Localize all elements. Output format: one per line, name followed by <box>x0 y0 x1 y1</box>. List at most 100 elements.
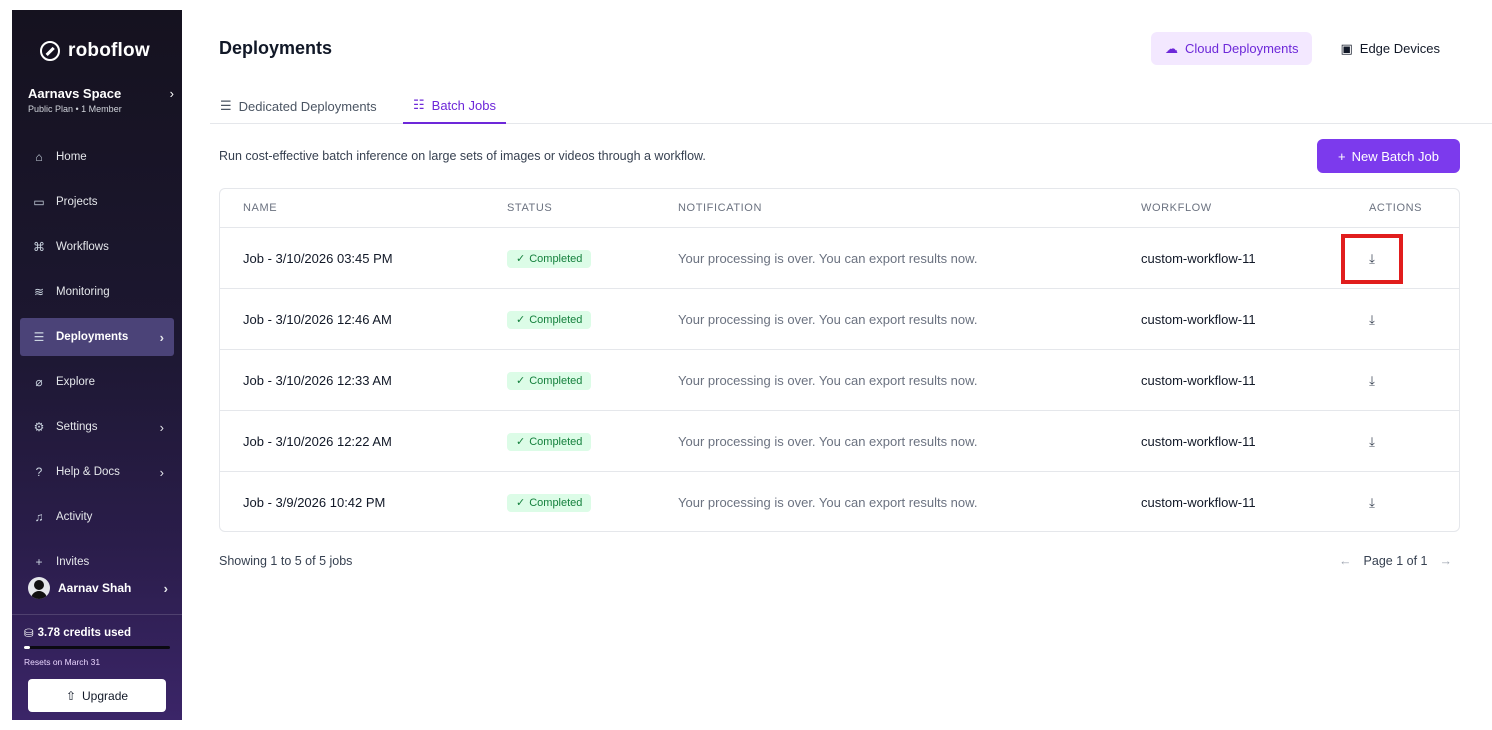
workspace-name: Aarnavs Space <box>28 86 122 101</box>
download-results-button[interactable]: ⤓ <box>1341 356 1403 406</box>
sidebar-divider <box>12 614 182 615</box>
download-results-button[interactable]: ⤓ <box>1341 417 1403 467</box>
table-row: Job - 3/9/2026 10:42 PM ✓ Completed Your … <box>220 472 1459 531</box>
projects-icon: ▭ <box>33 195 45 209</box>
user-name: Aarnav Shah <box>58 581 132 595</box>
sidebar-item-label: Deployments <box>56 331 129 343</box>
roboflow-logo-icon <box>40 41 60 61</box>
download-icon: ⤓ <box>1369 250 1375 266</box>
table-row: Job - 3/10/2026 12:22 AM ✓ Completed Your… <box>220 411 1459 472</box>
sidebar-item-settings[interactable]: ⚙ Settings › <box>20 408 174 446</box>
pagination: ← Page 1 of 1 → <box>1339 554 1452 568</box>
batch-jobs-table: NAME STATUS NOTIFICATION WORKFLOW ACTION… <box>219 188 1460 532</box>
upgrade-label: Upgrade <box>82 688 129 703</box>
sidebar-nav: ⌂ Home ▭ Projects ⌘ Workflows ≋ Monitori… <box>20 138 174 588</box>
explore-icon: ⌀ <box>35 375 43 389</box>
tab-batch-jobs[interactable]: ☷ Batch Jobs <box>403 88 506 124</box>
new-batch-job-label: New Batch Job <box>1351 148 1440 164</box>
user-menu[interactable]: Aarnav Shah › <box>28 573 174 603</box>
sidebar-item-deployments[interactable]: ☰ Deployments › <box>20 318 174 356</box>
job-name: Job - 3/10/2026 12:46 AM <box>243 312 392 327</box>
sidebar-item-label: Settings <box>56 421 98 433</box>
status-badge: ✓ Completed <box>507 493 592 512</box>
page-description: Run cost-effective batch inference on la… <box>219 149 706 163</box>
cloud-deployments-label: Cloud Deployments <box>1185 41 1299 56</box>
bell-icon: ♫ <box>34 510 44 524</box>
check-icon: ✓ <box>516 436 526 448</box>
sidebar-item-label: Invites <box>56 556 90 568</box>
chip-icon: ▣ <box>1340 40 1353 56</box>
workspace-switcher[interactable]: Aarnavs Space Public Plan • 1 Member › <box>28 86 174 114</box>
credits-progress-bar <box>24 646 170 649</box>
upgrade-button[interactable]: ⇧ Upgrade <box>28 679 166 712</box>
sidebar-item-monitoring[interactable]: ≋ Monitoring <box>20 273 174 311</box>
column-header-name: NAME <box>243 202 278 214</box>
sidebar-item-label: Explore <box>56 376 95 388</box>
sidebar-item-label: Help & Docs <box>56 466 120 478</box>
status-badge: ✓ Completed <box>507 432 592 451</box>
job-workflow: custom-workflow-11 <box>1141 312 1256 327</box>
credits-usage: ⛁ 3.78 credits used <box>24 626 131 640</box>
page-indicator: Page 1 of 1 <box>1363 554 1428 568</box>
job-workflow: custom-workflow-11 <box>1141 373 1256 388</box>
chevron-right-icon: › <box>169 86 174 101</box>
job-name: Job - 3/10/2026 12:22 AM <box>243 434 392 449</box>
sidebar-item-explore[interactable]: ⌀ Explore <box>20 363 174 401</box>
chevron-right-icon: › <box>159 419 164 435</box>
edge-devices-button[interactable]: ▣ Edge Devices <box>1326 32 1454 65</box>
table-row: Job - 3/10/2026 03:45 PM ✓ Completed Your… <box>220 228 1459 289</box>
cloud-icon: ☁ <box>1165 40 1179 56</box>
download-results-button[interactable]: ⤓ <box>1341 478 1403 528</box>
table-row: Job - 3/10/2026 12:46 AM ✓ Completed Your… <box>220 289 1459 350</box>
sidebar-item-help[interactable]: ? Help & Docs › <box>20 453 174 491</box>
arrow-left-icon[interactable]: ← <box>1339 554 1352 568</box>
table-row: Job - 3/10/2026 12:33 AM ✓ Completed Your… <box>220 350 1459 411</box>
download-icon: ⤓ <box>1369 311 1375 327</box>
sidebar-item-activity[interactable]: ♫ Activity <box>20 498 174 536</box>
sidebar-item-label: Projects <box>56 196 98 208</box>
status-badge: ✓ Completed <box>507 371 592 390</box>
job-name: Job - 3/10/2026 03:45 PM <box>243 251 393 266</box>
home-icon: ⌂ <box>35 150 43 164</box>
column-header-workflow: WORKFLOW <box>1141 202 1212 214</box>
table-header: NAME STATUS NOTIFICATION WORKFLOW ACTION… <box>220 189 1459 228</box>
sidebar-item-label: Monitoring <box>56 286 110 298</box>
status-text: Completed <box>529 374 583 387</box>
edge-devices-label: Edge Devices <box>1359 41 1440 56</box>
sidebar-item-projects[interactable]: ▭ Projects <box>20 183 174 221</box>
arrow-right-icon[interactable]: → <box>1440 554 1453 568</box>
download-results-button[interactable]: ⤓ <box>1341 295 1403 345</box>
job-notification: Your processing is over. You can export … <box>678 312 978 327</box>
status-badge: ✓ Completed <box>507 249 592 268</box>
job-workflow: custom-workflow-11 <box>1141 251 1256 266</box>
avatar <box>28 577 50 599</box>
job-notification: Your processing is over. You can export … <box>678 373 978 388</box>
list-check-icon: ☷ <box>413 97 425 112</box>
download-results-button[interactable]: ⤓ <box>1341 233 1403 284</box>
help-icon: ? <box>35 465 43 479</box>
chevron-right-icon: › <box>159 464 164 480</box>
cloud-deployments-button[interactable]: ☁ Cloud Deployments <box>1151 32 1313 65</box>
download-icon: ⤓ <box>1369 494 1375 510</box>
chevron-right-icon: › <box>159 329 164 345</box>
chevron-right-icon: › <box>163 580 168 596</box>
new-batch-job-button[interactable]: + New Batch Job <box>1317 139 1460 173</box>
tab-dedicated-deployments[interactable]: ☰ Dedicated Deployments <box>210 88 387 124</box>
page-title: Deployments <box>219 38 333 58</box>
upgrade-icon: ⇧ <box>65 688 77 703</box>
deployments-icon: ☰ <box>33 330 45 344</box>
sidebar-item-workflows[interactable]: ⌘ Workflows <box>20 228 174 266</box>
sidebar-item-label: Activity <box>56 511 93 523</box>
status-text: Completed <box>529 435 583 448</box>
status-text: Completed <box>529 313 583 326</box>
sidebar: roboflow Aarnavs Space Public Plan • 1 M… <box>12 10 182 720</box>
download-icon: ⤓ <box>1369 372 1375 388</box>
job-notification: Your processing is over. You can export … <box>678 251 978 266</box>
sidebar-item-label: Workflows <box>56 241 109 253</box>
sidebar-item-home[interactable]: ⌂ Home <box>20 138 174 176</box>
job-workflow: custom-workflow-11 <box>1141 434 1256 449</box>
tab-bar: ☰ Dedicated Deployments ☷ Batch Jobs <box>210 88 1492 124</box>
roboflow-logo[interactable]: roboflow <box>40 40 150 62</box>
status-text: Completed <box>529 496 583 509</box>
check-icon: ✓ <box>516 253 526 265</box>
